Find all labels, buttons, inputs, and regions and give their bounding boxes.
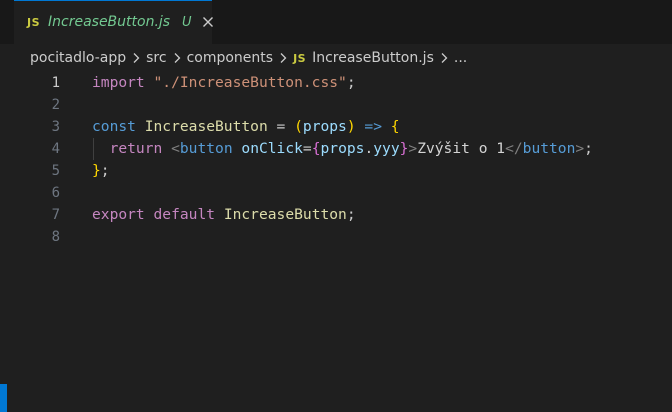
editor-tab-bar: JS IncreaseButton.js U xyxy=(0,0,672,44)
breadcrumb-item-more[interactable]: ... xyxy=(454,50,467,66)
code-text: return <button onClick={props.yyy}>Zvýši… xyxy=(109,140,593,157)
breadcrumb-item-src[interactable]: src xyxy=(146,50,166,66)
chevron-right-icon xyxy=(132,52,140,64)
breadcrumb-item-components[interactable]: components xyxy=(187,50,274,66)
line-number: 7 xyxy=(51,207,60,223)
code-line: 7 export default IncreaseButton; xyxy=(0,204,672,226)
code-editor: JS IncreaseButton.js U pocitadlo-app src… xyxy=(0,0,672,412)
code-line: 1 import "./IncreaseButton.css"; xyxy=(0,72,672,94)
close-icon[interactable] xyxy=(200,14,216,30)
code-text: export default IncreaseButton; xyxy=(92,206,356,223)
tab-title: IncreaseButton.js xyxy=(48,14,171,30)
code-line: 2 xyxy=(0,94,672,116)
code-line: 6 xyxy=(0,182,672,204)
chevron-right-icon xyxy=(173,52,181,64)
code-text: const IncreaseButton = (props) => { xyxy=(92,118,400,135)
line-number: 4 xyxy=(51,141,60,157)
line-number: 3 xyxy=(51,119,60,135)
line-number: 2 xyxy=(51,97,60,113)
line-number: 8 xyxy=(51,229,60,245)
code-line: 5 }; xyxy=(0,160,672,182)
javascript-file-icon: JS xyxy=(293,51,307,65)
chevron-right-icon xyxy=(440,52,448,64)
code-text: }; xyxy=(92,162,110,179)
breadcrumb-item-pocitadlo-app[interactable]: pocitadlo-app xyxy=(30,50,126,66)
breadcrumb-item-file[interactable]: IncreaseButton.js xyxy=(312,50,434,66)
code-area[interactable]: 1 import "./IncreaseButton.css"; 2 3 con… xyxy=(0,72,672,412)
line-number: 5 xyxy=(51,163,60,179)
chevron-right-icon xyxy=(279,52,287,64)
code-line: 3 const IncreaseButton = (props) => { xyxy=(0,116,672,138)
line-number: 6 xyxy=(51,185,60,201)
code-line: 8 xyxy=(0,226,672,248)
status-bar-marker xyxy=(0,384,7,412)
breadcrumb: pocitadlo-app src components JS Increase… xyxy=(0,44,672,72)
code-line: 4 return <button onClick={props.yyy}>Zvý… xyxy=(0,138,672,160)
editor-tab-increasebutton[interactable]: JS IncreaseButton.js U xyxy=(14,0,213,44)
git-untracked-badge: U xyxy=(182,15,192,30)
line-number: 1 xyxy=(51,75,60,91)
code-text: import "./IncreaseButton.css"; xyxy=(92,74,356,91)
javascript-file-icon: JS xyxy=(27,16,41,29)
